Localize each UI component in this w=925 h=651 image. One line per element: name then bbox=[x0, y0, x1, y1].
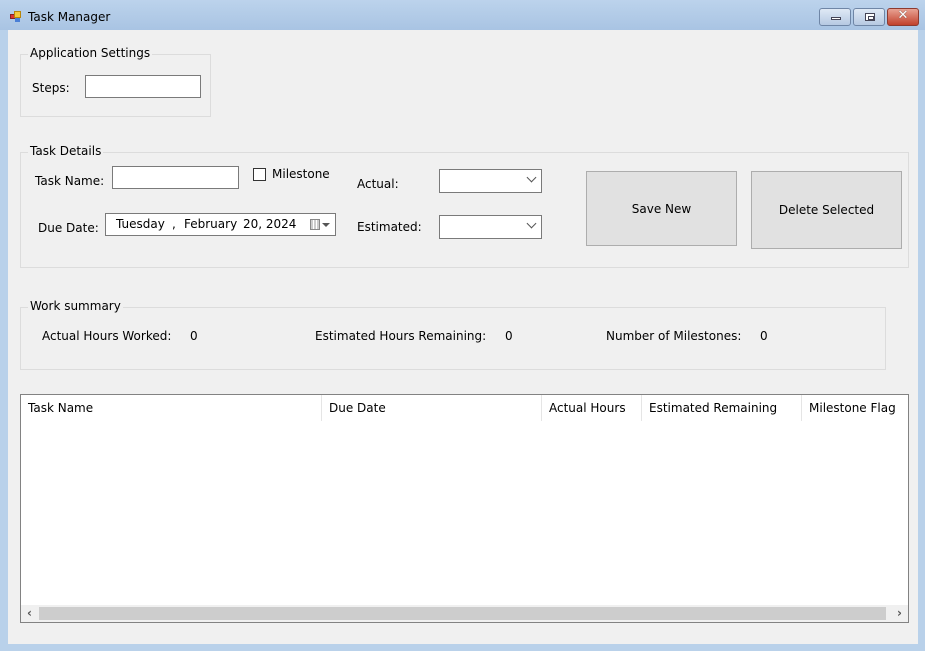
scroll-right-icon[interactable]: › bbox=[891, 605, 908, 622]
task-name-input[interactable] bbox=[112, 166, 239, 189]
scroll-left-icon[interactable]: ‹ bbox=[21, 605, 38, 622]
maximize-button[interactable] bbox=[853, 8, 885, 26]
due-date-picker[interactable]: Tuesday , February 20, 2024 bbox=[105, 213, 336, 236]
title-bar[interactable]: Task Manager ✕ bbox=[0, 0, 925, 30]
estimated-combobox[interactable] bbox=[439, 215, 542, 239]
due-date-day-year[interactable]: 20, 2024 bbox=[243, 217, 296, 231]
application-settings-group: Application Settings Steps: bbox=[20, 46, 211, 117]
horizontal-scrollbar[interactable]: ‹ › bbox=[21, 605, 908, 622]
steps-input[interactable] bbox=[85, 75, 201, 98]
task-name-label: Task Name: bbox=[35, 174, 105, 188]
milestone-checkbox[interactable] bbox=[253, 168, 266, 181]
chevron-down-icon bbox=[526, 172, 537, 183]
estimated-label: Estimated: bbox=[357, 220, 422, 234]
actual-hours-worked-label: Actual Hours Worked: bbox=[42, 329, 172, 343]
actual-combobox[interactable] bbox=[439, 169, 542, 193]
actual-hours-worked-value: 0 bbox=[190, 329, 198, 343]
chevron-down-icon bbox=[526, 218, 537, 229]
delete-selected-button[interactable]: Delete Selected bbox=[751, 171, 902, 249]
task-details-title: Task Details bbox=[28, 144, 104, 158]
estimated-hours-remaining-value: 0 bbox=[505, 329, 513, 343]
column-header-milestone-flag[interactable]: Milestone Flag bbox=[802, 395, 908, 421]
window-title: Task Manager bbox=[28, 10, 111, 24]
steps-label: Steps: bbox=[32, 81, 70, 95]
calendar-icon[interactable] bbox=[310, 219, 320, 230]
restore-icon bbox=[865, 13, 875, 21]
scrollbar-thumb[interactable] bbox=[39, 607, 886, 620]
task-list-header: Task Name Due Date Actual Hours Estimate… bbox=[21, 395, 908, 421]
minimize-button[interactable] bbox=[819, 8, 851, 26]
task-list-view[interactable]: Task Name Due Date Actual Hours Estimate… bbox=[20, 394, 909, 623]
actual-label: Actual: bbox=[357, 177, 399, 191]
due-date-month[interactable]: February bbox=[184, 217, 237, 231]
work-summary-group: Work summary Actual Hours Worked: 0 Esti… bbox=[20, 299, 886, 370]
application-settings-title: Application Settings bbox=[28, 46, 153, 60]
number-of-milestones-label: Number of Milestones: bbox=[606, 329, 742, 343]
minimize-icon bbox=[831, 17, 841, 20]
number-of-milestones-value: 0 bbox=[760, 329, 768, 343]
due-date-separator: , bbox=[172, 217, 176, 231]
due-date-weekday[interactable]: Tuesday bbox=[116, 217, 165, 231]
task-details-group: Task Details Task Name: Milestone Due Da… bbox=[20, 144, 909, 268]
work-summary-title: Work summary bbox=[28, 299, 123, 313]
close-button[interactable]: ✕ bbox=[887, 8, 919, 26]
app-icon bbox=[10, 11, 22, 23]
due-date-label: Due Date: bbox=[38, 221, 99, 235]
dropdown-arrow-icon[interactable] bbox=[322, 223, 330, 227]
close-icon: ✕ bbox=[897, 8, 909, 23]
milestone-label[interactable]: Milestone bbox=[272, 167, 330, 181]
save-new-button[interactable]: Save New bbox=[586, 171, 737, 246]
column-header-estimated-remaining[interactable]: Estimated Remaining bbox=[642, 395, 802, 421]
form-client-area: Application Settings Steps: Task Details… bbox=[8, 30, 918, 644]
estimated-hours-remaining-label: Estimated Hours Remaining: bbox=[315, 329, 487, 343]
column-header-task-name[interactable]: Task Name bbox=[21, 395, 322, 421]
column-header-actual-hours[interactable]: Actual Hours bbox=[542, 395, 642, 421]
column-header-due-date[interactable]: Due Date bbox=[322, 395, 542, 421]
